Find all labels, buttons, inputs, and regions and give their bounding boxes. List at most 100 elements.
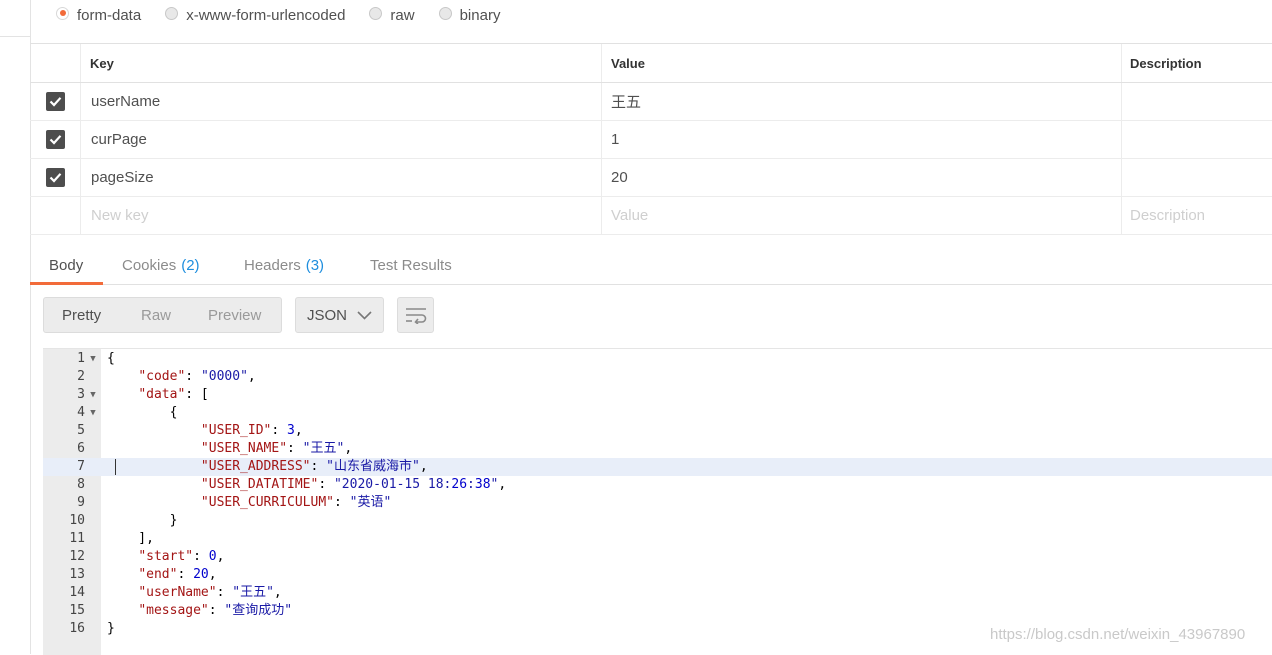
form-data-params-table: Key Value Description userName 王五 curPag… (30, 43, 1272, 235)
code-text: "USER_ID": 3, (200, 423, 303, 438)
code-line[interactable]: 4 ▼ { (43, 404, 1272, 422)
value-column-header: Value (601, 44, 1121, 82)
param-key-cell[interactable]: userName (80, 83, 601, 120)
line-number: 4 (77, 405, 85, 420)
table-row: userName 王五 (30, 83, 1272, 121)
code-text: } (107, 621, 115, 636)
tab-count-badge: (3) (305, 256, 325, 274)
response-body-editor[interactable]: 1 ▼{2 "code": "0000", 3 ▼ "data": [4 ▼ {5 "U… (43, 348, 1272, 655)
tab-label: Body (49, 256, 84, 274)
param-value-cell[interactable]: 20 (601, 159, 1121, 196)
radio-x-www-form-urlencoded[interactable]: x-www-form-urlencoded (165, 6, 346, 24)
description-column-header: Description (1121, 44, 1272, 82)
line-number: 1 (77, 351, 85, 366)
line-number: 5 (77, 423, 85, 438)
param-value-cell[interactable]: 1 (601, 121, 1121, 158)
tab-test-results[interactable]: Test Results (370, 246, 452, 284)
tab-cookies[interactable]: Cookies (2) (122, 246, 200, 284)
radio-label: x-www-form-urlencoded (186, 6, 346, 24)
code-line[interactable]: 15 "message": "查询成功" (43, 602, 1272, 620)
code-line[interactable]: 11 ], (43, 530, 1272, 548)
code-text: "USER_ADDRESS": "山东省威海市", (200, 459, 428, 474)
fold-toggle-icon[interactable]: ▼ (88, 404, 98, 422)
code-text: ], (107, 531, 154, 546)
tab-body[interactable]: Body (49, 246, 83, 284)
line-number: 13 (69, 567, 85, 582)
new-param-row: New key Value Description (30, 197, 1272, 235)
param-key-cell[interactable]: curPage (80, 121, 601, 158)
text-cursor (115, 459, 116, 475)
view-mode-selector: Pretty Raw Preview (43, 297, 282, 333)
param-value-cell[interactable]: 王五 (601, 83, 1121, 120)
wrap-lines-button[interactable] (397, 297, 434, 333)
code-text: "code": "0000", (138, 369, 256, 384)
code-text: "start": 0, (138, 549, 225, 564)
radio-label: form-data (77, 6, 142, 24)
param-key-cell[interactable]: pageSize (80, 159, 601, 196)
key-column-header: Key (80, 44, 601, 82)
code-line[interactable]: 3 ▼ "data": [ (43, 386, 1272, 404)
code-line[interactable]: 2 "code": "0000", (43, 368, 1272, 386)
code-text: "USER_CURRICULUM": "英语" (200, 495, 392, 510)
param-description-cell[interactable] (1121, 121, 1272, 158)
code-line[interactable]: 8 "USER_DATATIME": "2020-01-15 18:26:38"… (43, 476, 1272, 494)
line-number: 3 (77, 387, 85, 402)
radio-label: raw (390, 6, 415, 24)
code-text: } (107, 513, 178, 528)
code-line[interactable]: 14 "userName": "王五", (43, 584, 1272, 602)
code-line[interactable]: 6 "USER_NAME": "王五", (43, 440, 1272, 458)
radio-form-data[interactable]: form-data (56, 6, 142, 24)
line-number: 2 (77, 369, 85, 384)
code-line[interactable]: 10 } (43, 512, 1272, 530)
view-mode-pretty[interactable]: Pretty (62, 307, 101, 324)
format-dropdown[interactable]: JSON (295, 297, 384, 333)
radio-unselected-icon[interactable] (369, 6, 383, 20)
chevron-down-icon (357, 311, 372, 320)
radio-raw[interactable]: raw (369, 6, 415, 24)
fold-toggle-icon[interactable]: ▼ (88, 350, 98, 368)
line-number: 11 (69, 531, 85, 546)
view-mode-preview[interactable]: Preview (208, 307, 261, 324)
table-row: curPage 1 (30, 121, 1272, 159)
format-dropdown-value: JSON (307, 306, 348, 324)
code-line[interactable]: 1 ▼ { (43, 350, 1272, 368)
line-number: 12 (69, 549, 85, 564)
code-text: "USER_NAME": "王五", (200, 441, 353, 456)
line-number: 10 (69, 513, 85, 528)
radio-unselected-icon[interactable] (438, 6, 452, 20)
code-line[interactable]: 13 "end": 20, (43, 566, 1272, 584)
radio-unselected-icon[interactable] (165, 6, 179, 20)
code-text: "data": [ (138, 387, 209, 402)
code-line[interactable]: 9 "USER_CURRICULUM": "英语" (43, 494, 1272, 512)
radio-binary[interactable]: binary (438, 6, 501, 24)
row-enabled-checkbox[interactable] (45, 168, 65, 187)
code-text: { (107, 351, 115, 366)
line-number: 6 (77, 441, 85, 456)
tab-label: Test Results (370, 256, 452, 274)
new-description-input[interactable]: Description (1121, 197, 1272, 234)
row-enabled-checkbox[interactable] (45, 130, 65, 149)
wrap-lines-icon (405, 308, 426, 324)
body-type-radio-group: form-data x-www-form-urlencoded raw bina… (56, 2, 524, 28)
code-line[interactable]: 5 "USER_ID": 3, (43, 422, 1272, 440)
code-text: "end": 20, (138, 567, 217, 582)
code-line[interactable]: 7 "USER_ADDRESS": "山东省威海市", (43, 458, 1272, 476)
line-number: 7 (77, 459, 85, 474)
response-tabs: Body Cookies (2) Headers (3) Test Results (30, 246, 1272, 285)
radio-label: binary (459, 6, 501, 24)
row-enabled-checkbox[interactable] (45, 92, 65, 111)
code-text: { (107, 405, 178, 420)
param-description-cell[interactable] (1121, 83, 1272, 120)
code-text: "USER_DATATIME": "2020-01-15 18:26:38", (200, 477, 507, 492)
view-mode-raw[interactable]: Raw (141, 307, 171, 324)
new-key-input[interactable]: New key (80, 197, 601, 234)
tab-headers[interactable]: Headers (3) (244, 246, 324, 284)
radio-selected-icon[interactable] (56, 6, 69, 20)
new-value-input[interactable]: Value (601, 197, 1121, 234)
code-text: "message": "查询成功" (138, 603, 293, 618)
code-text: "userName": "王五", (138, 585, 282, 600)
fold-toggle-icon[interactable]: ▼ (88, 386, 98, 404)
watermark-text: https://blog.csdn.net/weixin_43967890 (990, 626, 1246, 643)
code-line[interactable]: 12 "start": 0, (43, 548, 1272, 566)
param-description-cell[interactable] (1121, 159, 1272, 196)
